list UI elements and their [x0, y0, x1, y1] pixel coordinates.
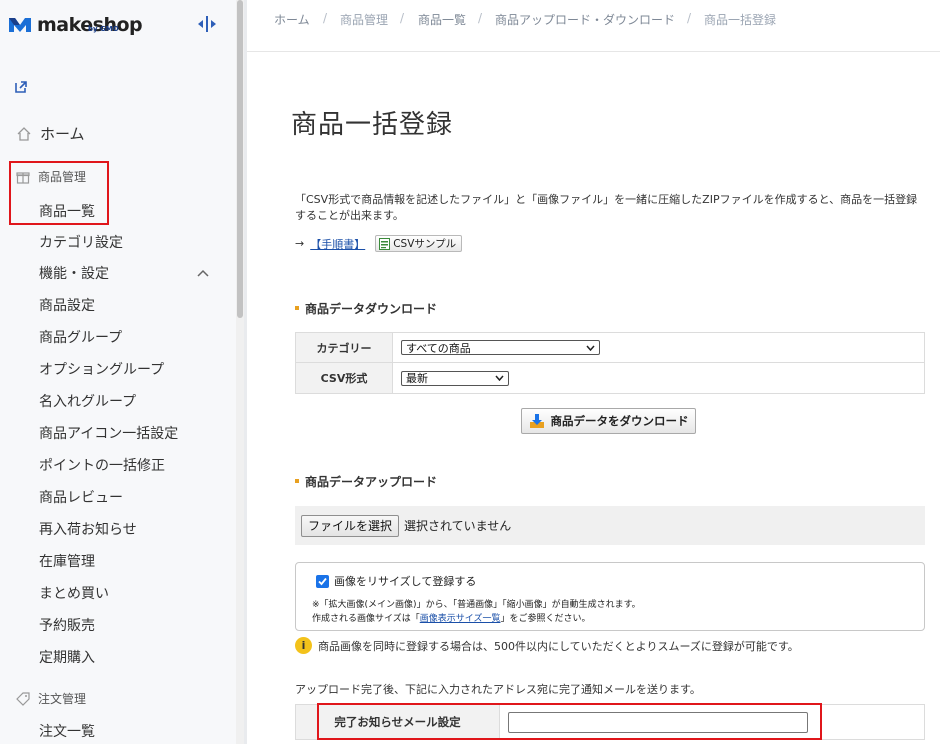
highlight-box-product-list: [9, 161, 109, 225]
sidebar-scrollbar-thumb[interactable]: [237, 0, 243, 318]
resize-options-box: 画像をリサイズして登録する ※「拡大画像(メイン画像)」から、「普通画像」「縮小…: [295, 562, 925, 631]
breadcrumb: ホーム / 商品管理 / 商品一覧 / 商品アップロード・ダウンロード / 商品…: [247, 0, 940, 52]
sidebar-item-product-group[interactable]: 商品グループ: [39, 327, 122, 347]
sidebar-item-reviews[interactable]: 商品レビュー: [39, 487, 123, 507]
sidebar-item-point-bulk[interactable]: ポイントの一括修正: [39, 455, 165, 475]
info-icon: i: [295, 637, 312, 654]
csv-sample-button[interactable]: CSVサンプル: [375, 235, 463, 252]
sidebar-item-order-list[interactable]: 注文一覧: [39, 721, 95, 741]
category-select-value: すべての商品: [406, 341, 471, 355]
external-link-icon[interactable]: [13, 79, 29, 95]
resize-checkbox[interactable]: [316, 574, 329, 588]
help-links: → 【手順書】 CSVサンプル: [295, 235, 463, 252]
choose-file-button[interactable]: ファイルを選択: [301, 514, 400, 537]
sidebar-item-icon-bulk[interactable]: 商品アイコン一括設定: [39, 423, 178, 443]
makeshop-logo[interactable]: makeshop: [8, 14, 143, 36]
tag-icon: [16, 691, 30, 706]
collapse-sidebar-icon[interactable]: [196, 14, 218, 34]
breadcrumb-separator: /: [400, 11, 405, 25]
download-icon: [529, 413, 545, 429]
breadcrumb-product-list[interactable]: 商品一覧: [418, 11, 466, 28]
download-settings-table: カテゴリー すべての商品 CSV形式 最新: [295, 332, 925, 394]
file-upload-row: ファイルを選択 選択されていません: [295, 506, 925, 545]
download-section-title: 商品データダウンロード: [295, 300, 437, 317]
info-text: 商品画像を同時に登録する場合は、500件以内にしていただくとよりスムーズに登録が…: [318, 639, 799, 653]
note-suffix: 」をご参照ください。: [500, 614, 591, 624]
sidebar-item-product-settings[interactable]: 商品設定: [39, 295, 95, 315]
resize-option: 画像をリサイズして登録する: [316, 573, 476, 589]
makeshop-logo-icon: [9, 18, 31, 32]
download-button-label: 商品データをダウンロード: [550, 414, 689, 428]
category-cell: すべての商品: [393, 333, 924, 362]
sidebar-item-label: ホーム: [40, 125, 85, 143]
csv-format-cell: 最新: [393, 363, 924, 393]
sidebar-item-option-group[interactable]: オプショングループ: [39, 359, 164, 379]
breadcrumb-separator: /: [687, 11, 692, 25]
csv-format-row: CSV形式 最新: [296, 363, 924, 393]
breadcrumb-separator: /: [323, 11, 328, 25]
logo-byline: by GMO: [88, 25, 119, 33]
category-row: カテゴリー すべての商品: [296, 333, 924, 363]
csv-format-select-value: 最新: [406, 372, 428, 385]
download-section-label: 商品データダウンロード: [305, 302, 438, 316]
resize-note-2: 作成される画像サイズは「画像表示サイズ一覧」をご参照ください。: [312, 611, 590, 624]
highlight-box-mail-setting: [317, 703, 822, 740]
sidebar-item-preorder[interactable]: 予約販売: [39, 615, 95, 635]
sidebar-section-label: 注文管理: [38, 692, 87, 706]
completion-note: アップロード完了後、下記に入力されたアドレス宛に完了通知メールを送ります。: [295, 683, 701, 696]
upload-section-title: 商品データアップロード: [295, 473, 437, 490]
breadcrumb-product-mgmt: 商品管理: [340, 13, 389, 27]
csv-format-label: CSV形式: [296, 363, 393, 393]
breadcrumb-home[interactable]: ホーム: [274, 11, 310, 28]
image-size-list-link[interactable]: 画像表示サイズ一覧: [420, 614, 501, 624]
sidebar-item-category-settings[interactable]: カテゴリ設定: [39, 232, 123, 252]
chevron-up-icon[interactable]: [196, 264, 210, 277]
sidebar-item-engraving-group[interactable]: 名入れグループ: [39, 391, 136, 411]
csv-format-select[interactable]: 最新: [401, 370, 509, 386]
main-content: ホーム / 商品管理 / 商品一覧 / 商品アップロード・ダウンロード / 商品…: [247, 0, 940, 744]
download-product-data-button[interactable]: 商品データをダウンロード: [521, 408, 696, 434]
sidebar-item-restock[interactable]: 再入荷お知らせ: [39, 519, 137, 539]
sidebar: makeshop by GMO ホーム 商品管理 商品一覧 カテゴリ設定 機能・…: [0, 0, 236, 744]
section-bullet: [295, 305, 299, 310]
page-description: 「CSV形式で商品情報を記述したファイル」と「画像ファイル」を一緒に圧縮したZI…: [295, 193, 918, 222]
resize-label[interactable]: 画像をリサイズして登録する: [334, 573, 476, 589]
resize-note-1: ※「拡大画像(メイン画像)」から、「普通画像」「縮小画像」が自動生成されます。: [312, 600, 641, 610]
manual-link[interactable]: 【手順書】: [310, 236, 365, 252]
breadcrumb-upload-download[interactable]: 商品アップロード・ダウンロード: [495, 11, 675, 28]
category-label: カテゴリー: [296, 333, 393, 362]
csv-sample-label: CSVサンプル: [393, 238, 457, 250]
checkmark-icon: [318, 577, 327, 585]
note-prefix: 作成される画像サイズは「: [312, 614, 420, 624]
sidebar-item-inventory[interactable]: 在庫管理: [39, 551, 95, 571]
file-status-text: 選択されていません: [404, 519, 512, 533]
app-window: makeshop by GMO ホーム 商品管理 商品一覧 カテゴリ設定 機能・…: [0, 0, 940, 744]
sidebar-section-orders: 注文管理: [16, 690, 86, 707]
home-icon: [16, 126, 32, 142]
upload-section-label: 商品データアップロード: [305, 475, 438, 489]
breadcrumb-separator: /: [478, 11, 483, 25]
sidebar-item-features-settings[interactable]: 機能・設定: [39, 263, 109, 283]
sidebar-item-home[interactable]: ホーム: [16, 123, 85, 144]
sidebar-item-bulk-buy[interactable]: まとめ買い: [39, 583, 109, 603]
breadcrumb-current: 商品一括登録: [704, 13, 777, 27]
info-message: i 商品画像を同時に登録する場合は、500件以内にしていただくとよりスムーズに登…: [295, 637, 799, 654]
chevron-down-icon: [495, 375, 504, 381]
chevron-down-icon: [586, 345, 595, 351]
csv-file-icon: [379, 237, 391, 250]
page-title: 商品一括登録: [291, 110, 454, 140]
category-select[interactable]: すべての商品: [401, 340, 600, 355]
arrow-text: →: [295, 237, 305, 250]
sidebar-item-subscription[interactable]: 定期購入: [39, 647, 95, 667]
section-bullet: [295, 478, 299, 483]
